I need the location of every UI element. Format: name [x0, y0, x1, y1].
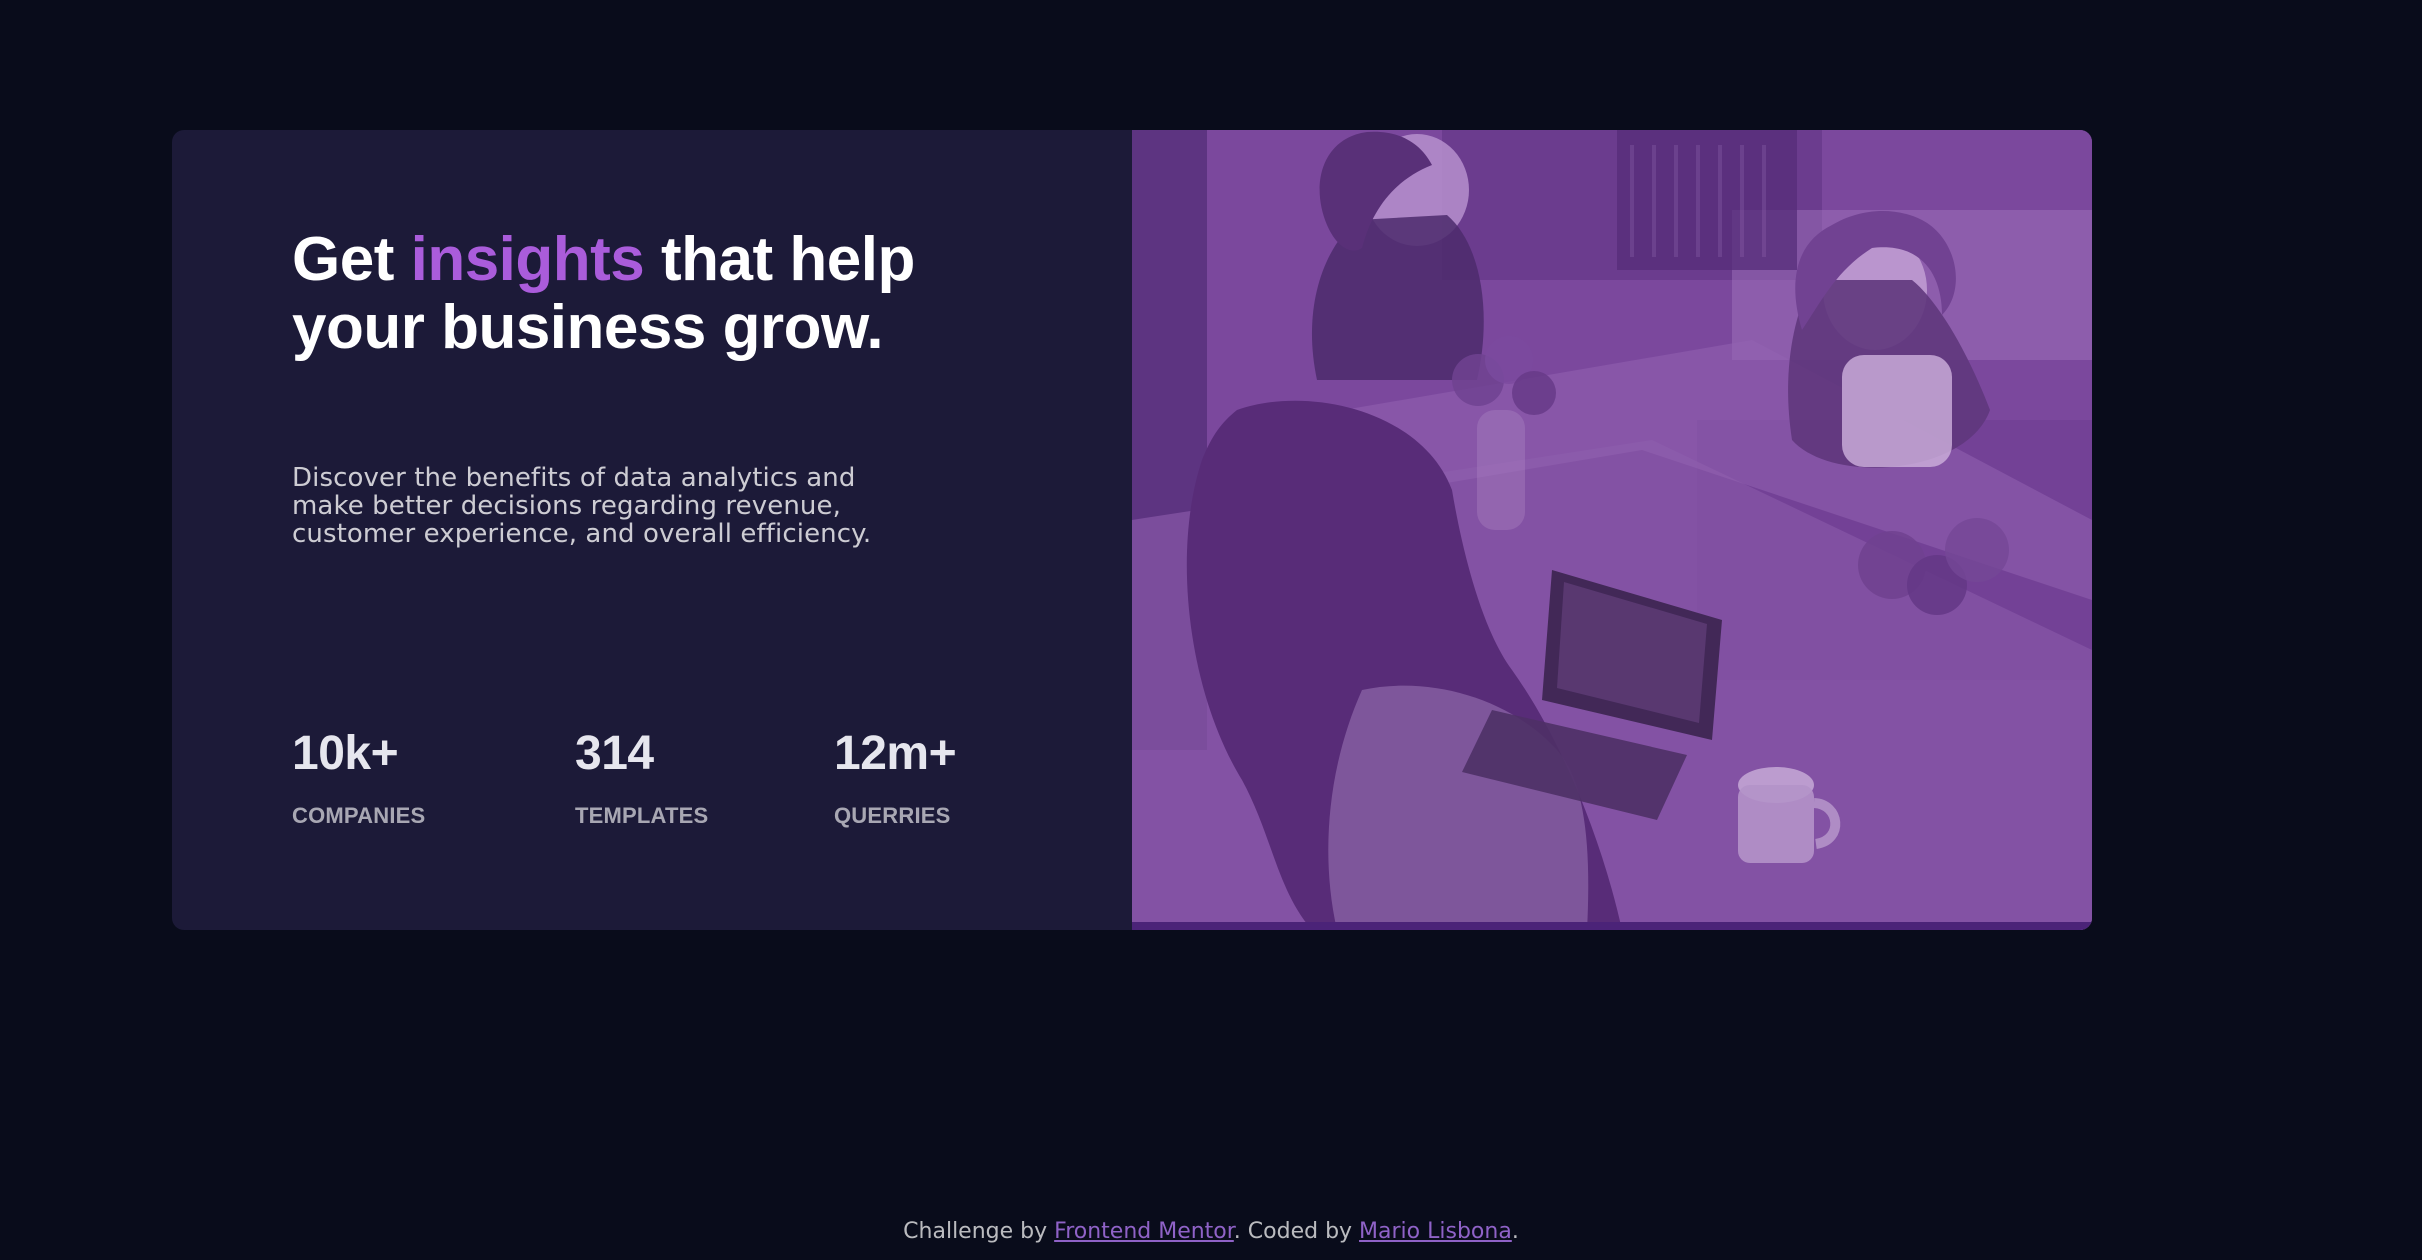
footer-middle: . Coded by	[1233, 1219, 1360, 1244]
frontend-mentor-link[interactable]: Frontend Mentor	[1054, 1219, 1234, 1244]
hero-description: Discover the benefits of data analytics …	[292, 463, 872, 549]
card-content: Get insights that help your business gro…	[172, 130, 1132, 930]
office-team-photo-icon	[1132, 130, 2092, 930]
page-title: Get insights that help your business gro…	[292, 226, 1052, 362]
headline-prefix: Get	[292, 225, 411, 294]
author-link[interactable]: Mario Lisbona	[1359, 1219, 1512, 1244]
stat-templates: 314 TEMPLATES	[575, 726, 708, 846]
stats-list: 10k+ COMPANIES 314 TEMPLATES 12m+ QUERRI…	[292, 726, 1072, 846]
attribution-footer: Challenge by Frontend Mentor. Coded by M…	[0, 1218, 2422, 1246]
stat-companies: 10k+ COMPANIES	[292, 726, 425, 846]
stat-label: QUERRIES	[834, 803, 951, 828]
footer-prefix: Challenge by	[903, 1219, 1055, 1244]
stats-preview-card: Get insights that help your business gro…	[172, 130, 2092, 930]
stat-label: COMPANIES	[292, 803, 426, 828]
stat-label: TEMPLATES	[575, 803, 709, 828]
footer-suffix: .	[1511, 1219, 1519, 1244]
stat-value: 12m+	[834, 727, 957, 780]
stat-value: 314	[575, 727, 654, 780]
stat-value: 10k+	[292, 727, 399, 780]
headline-accent: insights	[410, 225, 645, 294]
stat-queries: 12m+ QUERRIES	[834, 726, 957, 846]
office-team-image	[1132, 130, 2092, 930]
